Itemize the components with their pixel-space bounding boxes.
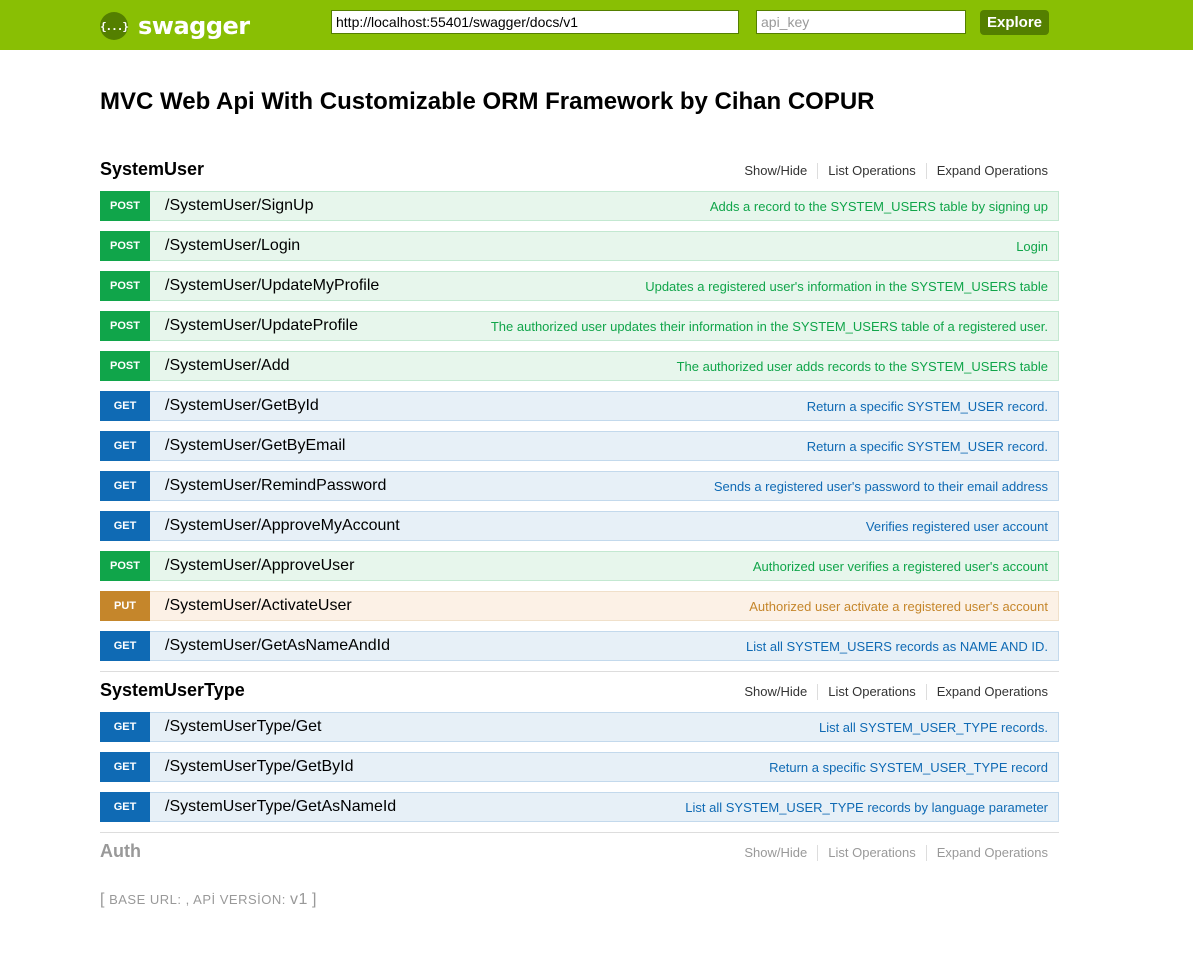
expand-operations-link[interactable]: Expand Operations: [925, 163, 1048, 179]
swagger-logo[interactable]: {...} swagger: [100, 11, 250, 41]
operation-row[interactable]: GET /SystemUserType/GetAsNameId List all…: [100, 792, 1059, 822]
page-title: MVC Web Api With Customizable ORM Framew…: [100, 88, 875, 115]
resource-heading: Auth Show/Hide List Operations Expand Op…: [100, 839, 1059, 869]
operation-row[interactable]: GET /SystemUser/RemindPassword Sends a r…: [100, 471, 1059, 501]
operation-summary[interactable]: Adds a record to the SYSTEM_USERS table …: [710, 199, 1048, 214]
operation-path[interactable]: /SystemUser/GetById: [165, 397, 319, 415]
http-method-badge[interactable]: GET: [100, 792, 150, 822]
api-version-value: v1: [289, 891, 308, 908]
swagger-logo-text: swagger: [138, 12, 250, 40]
operation-summary[interactable]: Return a specific SYSTEM_USER record.: [807, 399, 1048, 414]
footer-close-bracket: ]: [312, 891, 317, 908]
http-method-badge[interactable]: POST: [100, 271, 150, 301]
resource-heading: SystemUserType Show/Hide List Operations…: [100, 678, 1059, 708]
operation-path[interactable]: /SystemUser/UpdateProfile: [165, 317, 358, 335]
operation-row[interactable]: GET /SystemUserType/Get List all SYSTEM_…: [100, 712, 1059, 742]
operation-summary[interactable]: List all SYSTEM_USERS records as NAME AN…: [746, 639, 1048, 654]
top-bar: {...} swagger Explore: [0, 0, 1193, 50]
resource-name[interactable]: SystemUserType: [100, 680, 245, 701]
http-method-badge[interactable]: GET: [100, 511, 150, 541]
resource-heading: SystemUser Show/Hide List Operations Exp…: [100, 157, 1059, 187]
operation-path[interactable]: /SystemUser/GetByEmail: [165, 437, 345, 455]
operation-path[interactable]: /SystemUser/Add: [165, 357, 289, 375]
resource-auth: Auth Show/Hide List Operations Expand Op…: [100, 839, 1059, 869]
footer-separator: ,: [185, 892, 190, 907]
operation-summary[interactable]: Authorized user verifies a registered us…: [753, 559, 1048, 574]
operation-path[interactable]: /SystemUserType/GetById: [165, 758, 354, 776]
http-method-badge[interactable]: POST: [100, 191, 150, 221]
operation-summary[interactable]: List all SYSTEM_USER_TYPE records by lan…: [685, 800, 1048, 815]
resource-options: Show/Hide List Operations Expand Operati…: [744, 845, 1048, 861]
operation-path[interactable]: /SystemUser/ApproveUser: [165, 557, 354, 575]
operation-summary[interactable]: Verifies registered user account: [866, 519, 1048, 534]
resource-options: Show/Hide List Operations Expand Operati…: [744, 163, 1048, 179]
swagger-logo-icon: {...}: [100, 12, 129, 40]
operation-summary[interactable]: Return a specific SYSTEM_USER record.: [807, 439, 1048, 454]
operation-path[interactable]: /SystemUser/RemindPassword: [165, 477, 386, 495]
operation-row[interactable]: GET /SystemUser/ApproveMyAccount Verifie…: [100, 511, 1059, 541]
operation-path[interactable]: /SystemUserType/Get: [165, 718, 322, 736]
operation-row[interactable]: PUT /SystemUser/ActivateUser Authorized …: [100, 591, 1059, 621]
http-method-badge[interactable]: POST: [100, 551, 150, 581]
operation-summary[interactable]: Return a specific SYSTEM_USER_TYPE recor…: [769, 760, 1048, 775]
expand-operations-link[interactable]: Expand Operations: [925, 684, 1048, 700]
operation-row[interactable]: GET /SystemUser/GetAsNameAndId List all …: [100, 631, 1059, 661]
http-method-badge[interactable]: GET: [100, 391, 150, 421]
http-method-badge[interactable]: GET: [100, 712, 150, 742]
operation-row[interactable]: GET /SystemUser/GetById Return a specifi…: [100, 391, 1059, 421]
operation-summary[interactable]: Sends a registered user's password to th…: [714, 479, 1048, 494]
http-method-badge[interactable]: GET: [100, 631, 150, 661]
operation-row[interactable]: POST /SystemUser/SignUp Adds a record to…: [100, 191, 1059, 221]
http-method-badge[interactable]: GET: [100, 471, 150, 501]
api-version-label: APİ VERSİON:: [193, 892, 286, 907]
show-hide-link[interactable]: Show/Hide: [744, 845, 817, 861]
operation-summary[interactable]: List all SYSTEM_USER_TYPE records.: [819, 720, 1048, 735]
expand-operations-link[interactable]: Expand Operations: [925, 845, 1048, 861]
resource-divider: [100, 832, 1059, 833]
operation-path[interactable]: /SystemUser/SignUp: [165, 197, 314, 215]
http-method-badge[interactable]: GET: [100, 752, 150, 782]
http-method-badge[interactable]: PUT: [100, 591, 150, 621]
show-hide-link[interactable]: Show/Hide: [744, 163, 817, 179]
explore-button[interactable]: Explore: [980, 10, 1049, 35]
http-method-badge[interactable]: POST: [100, 231, 150, 261]
footer-open-bracket: [: [100, 891, 105, 908]
operation-summary[interactable]: The authorized user adds records to the …: [677, 359, 1048, 374]
operation-row[interactable]: POST /SystemUser/Login Login: [100, 231, 1059, 261]
operation-path[interactable]: /SystemUser/UpdateMyProfile: [165, 277, 379, 295]
resource-name[interactable]: Auth: [100, 841, 141, 862]
list-operations-link[interactable]: List Operations: [817, 163, 925, 179]
http-method-badge[interactable]: GET: [100, 431, 150, 461]
operation-row[interactable]: GET /SystemUser/GetByEmail Return a spec…: [100, 431, 1059, 461]
operation-summary[interactable]: Authorized user activate a registered us…: [749, 599, 1048, 614]
base-url-label: BASE URL:: [109, 892, 182, 907]
show-hide-link[interactable]: Show/Hide: [744, 684, 817, 700]
operation-path[interactable]: /SystemUser/Login: [165, 237, 300, 255]
operation-row[interactable]: GET /SystemUserType/GetById Return a spe…: [100, 752, 1059, 782]
operation-row[interactable]: POST /SystemUser/UpdateProfile The autho…: [100, 311, 1059, 341]
resource-options: Show/Hide List Operations Expand Operati…: [744, 684, 1048, 700]
operation-summary[interactable]: Updates a registered user's information …: [645, 279, 1048, 294]
operation-path[interactable]: /SystemUserType/GetAsNameId: [165, 798, 396, 816]
operation-summary[interactable]: Login: [1016, 239, 1048, 254]
resource-systemuser: SystemUser Show/Hide List Operations Exp…: [100, 157, 1059, 671]
resource-name[interactable]: SystemUser: [100, 159, 204, 180]
http-method-badge[interactable]: POST: [100, 351, 150, 381]
operation-path[interactable]: /SystemUser/ApproveMyAccount: [165, 517, 400, 535]
http-method-badge[interactable]: POST: [100, 311, 150, 341]
api-url-input[interactable]: [331, 10, 739, 34]
operation-path[interactable]: /SystemUser/GetAsNameAndId: [165, 637, 390, 655]
operation-row[interactable]: POST /SystemUser/UpdateMyProfile Updates…: [100, 271, 1059, 301]
operation-summary[interactable]: The authorized user updates their inform…: [491, 319, 1048, 334]
operation-row[interactable]: POST /SystemUser/ApproveUser Authorized …: [100, 551, 1059, 581]
list-operations-link[interactable]: List Operations: [817, 684, 925, 700]
operation-path[interactable]: /SystemUser/ActivateUser: [165, 597, 352, 615]
list-operations-link[interactable]: List Operations: [817, 845, 925, 861]
api-key-input[interactable]: [756, 10, 966, 34]
operation-row[interactable]: POST /SystemUser/Add The authorized user…: [100, 351, 1059, 381]
resource-divider: [100, 671, 1059, 672]
api-info-footer: [ BASE URL: , APİ VERSİON: v1 ]: [100, 891, 317, 909]
resource-systemusertype: SystemUserType Show/Hide List Operations…: [100, 678, 1059, 832]
